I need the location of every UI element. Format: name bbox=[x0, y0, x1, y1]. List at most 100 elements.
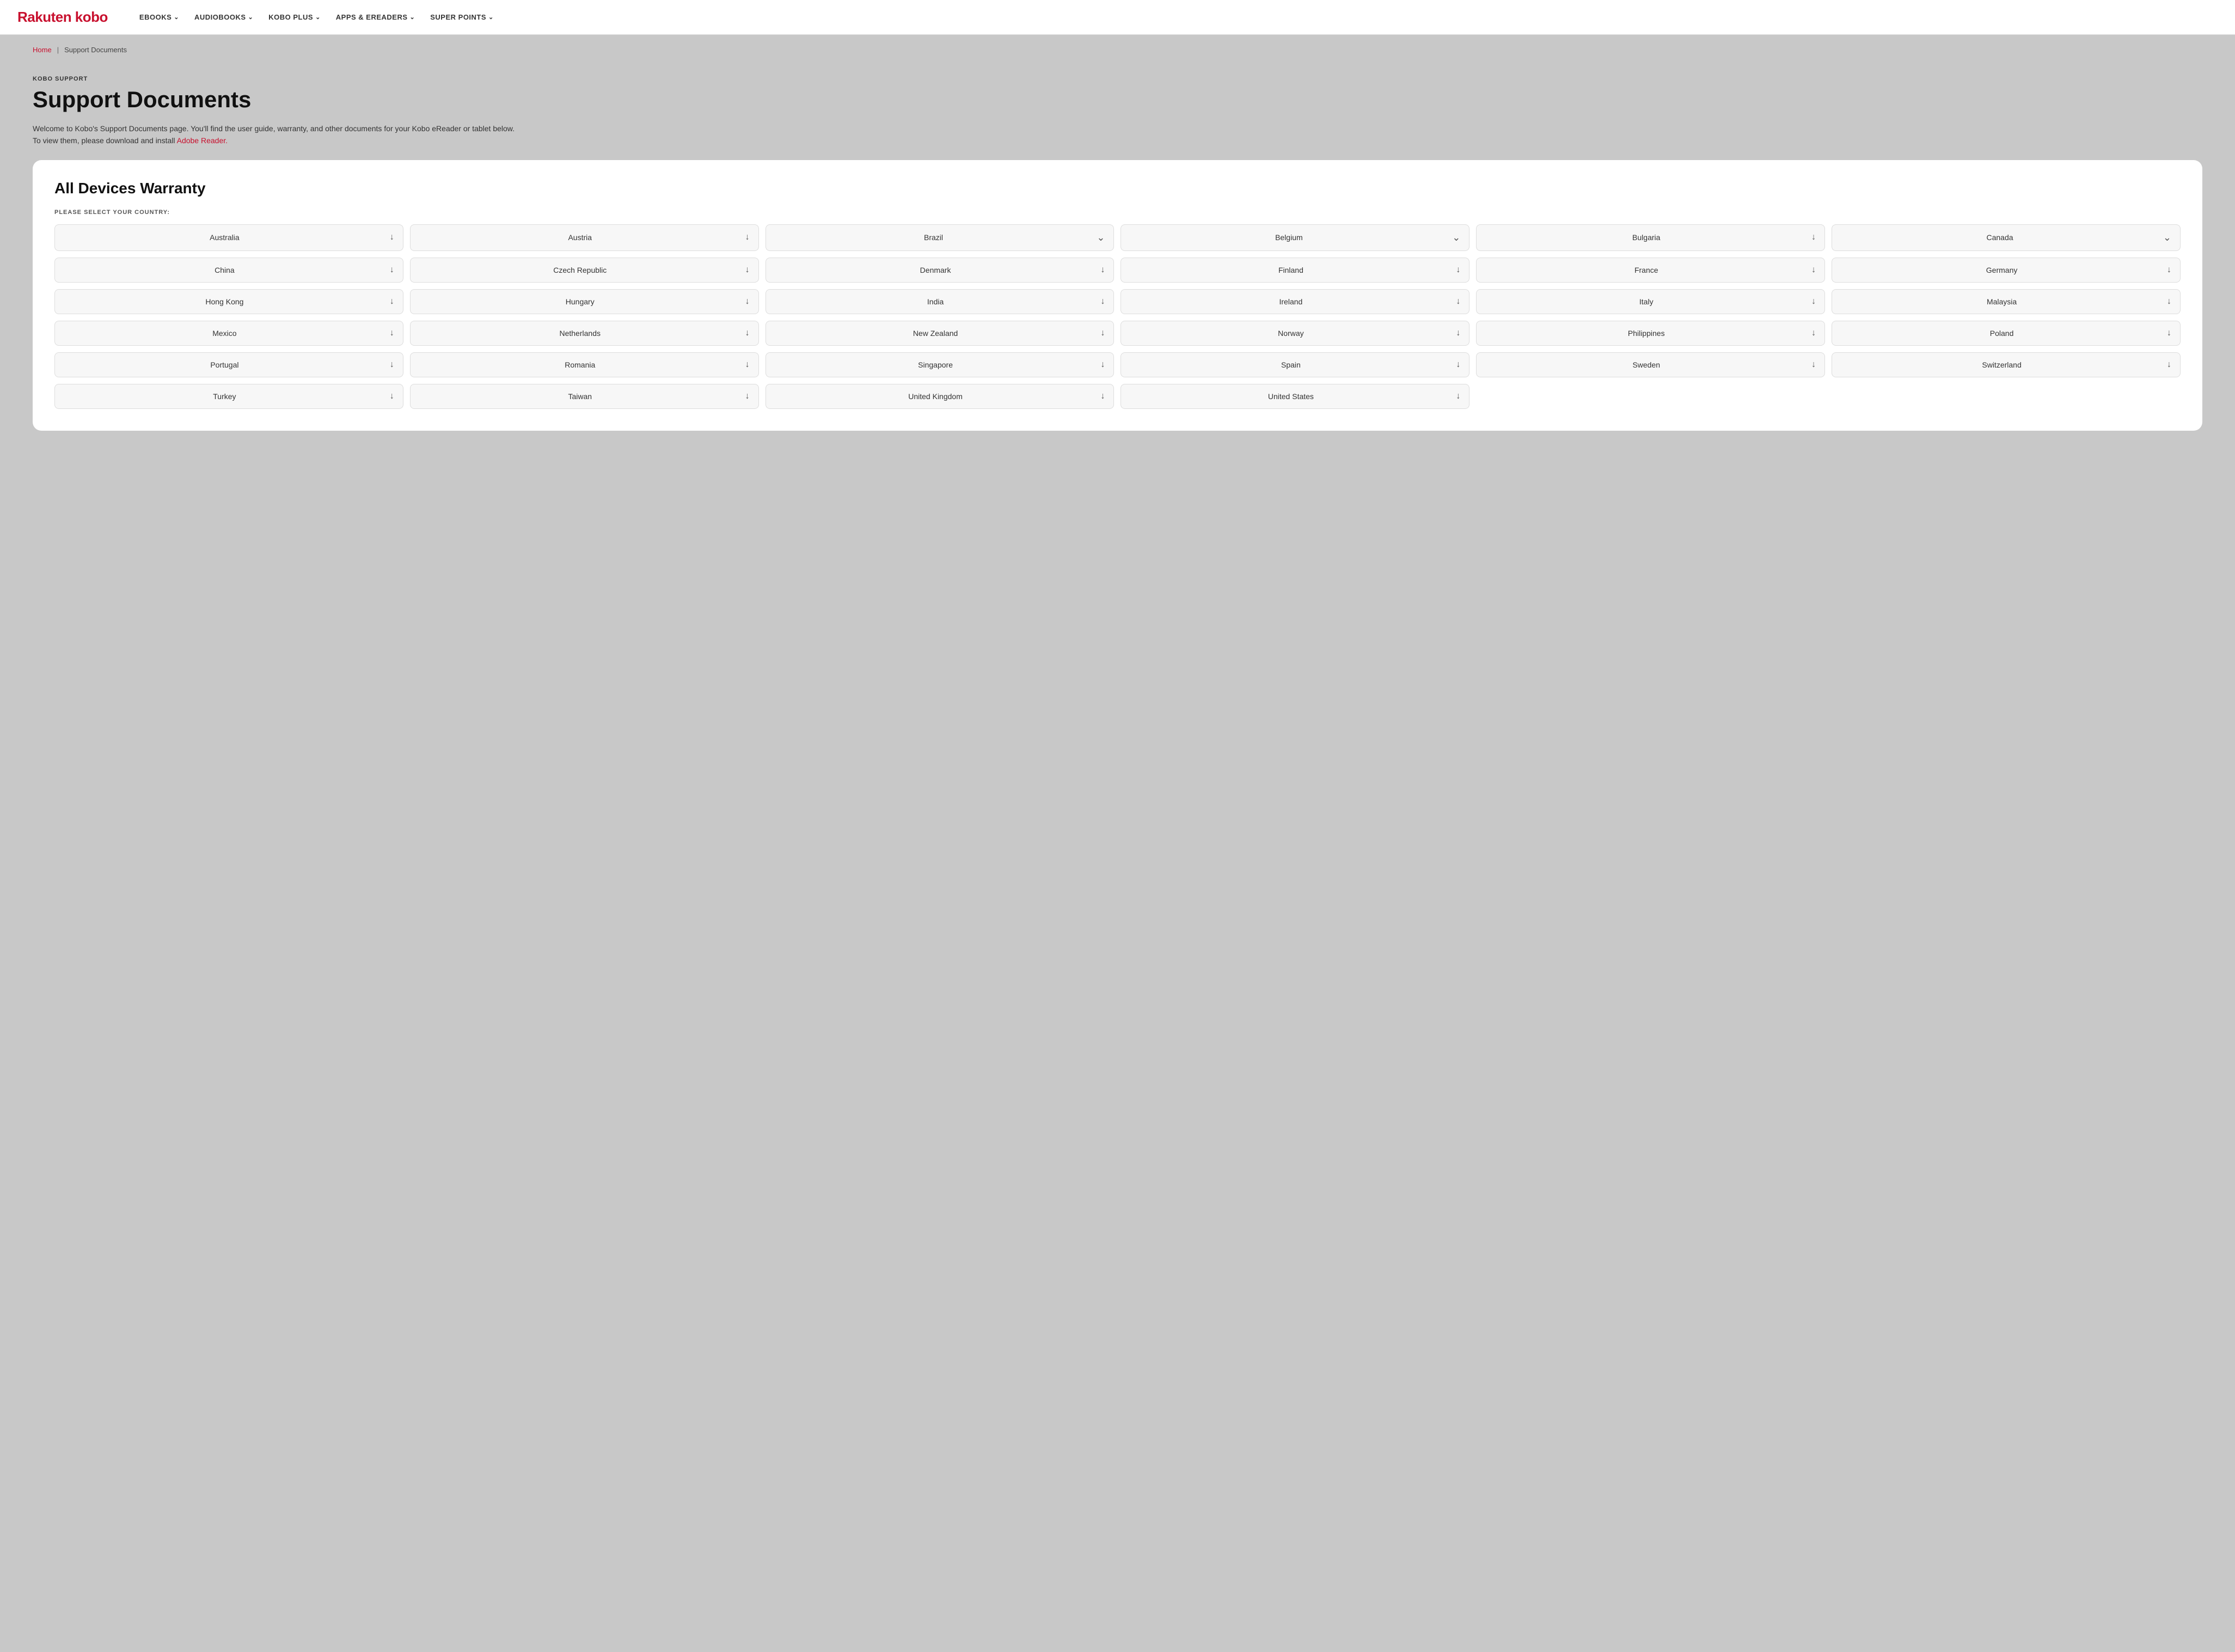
country-button[interactable]: Germany bbox=[1832, 258, 2181, 283]
country-button[interactable]: Spain bbox=[1120, 352, 1469, 377]
download-icon bbox=[745, 391, 750, 401]
country-name: Denmark bbox=[775, 266, 1097, 274]
country-button[interactable]: India bbox=[766, 289, 1115, 314]
country-name: Hungary bbox=[419, 297, 741, 306]
country-button[interactable]: Denmark bbox=[766, 258, 1115, 283]
page-content: KOBO SUPPORT Support Documents Welcome t… bbox=[0, 65, 2235, 452]
logo[interactable]: Rakuten kobo bbox=[17, 9, 108, 26]
country-button[interactable]: Bulgaria bbox=[1476, 224, 1825, 251]
breadcrumb-current: Support Documents bbox=[64, 46, 127, 54]
chevron-down-icon: ⌄ bbox=[410, 14, 415, 21]
navbar: Rakuten kobo eBOOKS ⌄ AUDIOBOOKS ⌄ KOBO … bbox=[0, 0, 2235, 35]
country-name: United States bbox=[1130, 392, 1452, 401]
country-button[interactable]: Netherlands bbox=[410, 321, 759, 346]
card-title: All Devices Warranty bbox=[54, 180, 2181, 197]
country-button[interactable]: United Kingdom bbox=[766, 384, 1115, 409]
expand-icon bbox=[1097, 232, 1105, 243]
country-button[interactable]: Canada bbox=[1832, 224, 2181, 251]
logo-text: Rakuten kobo bbox=[17, 9, 108, 26]
country-button[interactable]: Singapore bbox=[766, 352, 1115, 377]
country-name: Turkey bbox=[64, 392, 385, 401]
country-name: Canada bbox=[1841, 233, 2159, 242]
country-name: Romania bbox=[419, 360, 741, 369]
country-button[interactable]: Portugal bbox=[54, 352, 403, 377]
page-desc-text: Welcome to Kobo's Support Documents page… bbox=[33, 124, 515, 145]
page-description: Welcome to Kobo's Support Documents page… bbox=[33, 123, 555, 147]
download-icon bbox=[1456, 265, 1460, 275]
download-icon bbox=[1100, 297, 1105, 307]
country-button[interactable]: Brazil bbox=[766, 224, 1115, 251]
download-icon bbox=[1456, 391, 1460, 401]
download-icon bbox=[1456, 328, 1460, 338]
chevron-down-icon: ⌄ bbox=[248, 14, 254, 21]
country-name: Belgium bbox=[1130, 233, 1448, 242]
country-button[interactable]: Turkey bbox=[54, 384, 403, 409]
download-icon bbox=[745, 297, 750, 307]
country-grid: Australia Austria Brazil Belgium Bulgaria Can… bbox=[54, 224, 2181, 409]
country-button[interactable]: Australia bbox=[54, 224, 403, 251]
country-button[interactable]: New Zealand bbox=[766, 321, 1115, 346]
download-icon bbox=[390, 391, 394, 401]
country-button[interactable]: China bbox=[54, 258, 403, 283]
country-name: Czech Republic bbox=[419, 266, 741, 274]
download-icon bbox=[745, 265, 750, 275]
nav-item-audiobooks[interactable]: AUDIOBOOKS ⌄ bbox=[189, 9, 259, 26]
country-button[interactable]: Czech Republic bbox=[410, 258, 759, 283]
country-name: Malaysia bbox=[1841, 297, 2163, 306]
country-name: Ireland bbox=[1130, 297, 1452, 306]
download-icon bbox=[1100, 265, 1105, 275]
country-button[interactable]: Hong Kong bbox=[54, 289, 403, 314]
country-button[interactable]: Ireland bbox=[1120, 289, 1469, 314]
country-button[interactable]: Austria bbox=[410, 224, 759, 251]
nav-item-koboplus[interactable]: KOBO PLUS ⌄ bbox=[263, 9, 326, 26]
country-name: China bbox=[64, 266, 385, 274]
country-button[interactable]: Poland bbox=[1832, 321, 2181, 346]
download-icon bbox=[2167, 360, 2171, 370]
country-name: Spain bbox=[1130, 360, 1452, 369]
country-name: Germany bbox=[1841, 266, 2163, 274]
country-button[interactable]: Taiwan bbox=[410, 384, 759, 409]
breadcrumb-home-link[interactable]: Home bbox=[33, 46, 52, 54]
nav-item-ebooks[interactable]: eBOOKS ⌄ bbox=[134, 9, 185, 26]
country-button[interactable]: Sweden bbox=[1476, 352, 1825, 377]
country-button[interactable]: Romania bbox=[410, 352, 759, 377]
chevron-down-icon: ⌄ bbox=[488, 14, 494, 21]
country-button[interactable]: Norway bbox=[1120, 321, 1469, 346]
expand-icon bbox=[1452, 232, 1460, 243]
country-name: France bbox=[1485, 266, 1807, 274]
nav-item-superpoints[interactable]: SUPER POINTS ⌄ bbox=[425, 9, 499, 26]
breadcrumb: Home | Support Documents bbox=[0, 35, 2235, 65]
country-name: Australia bbox=[64, 233, 385, 242]
country-name: Brazil bbox=[775, 233, 1093, 242]
country-button[interactable]: United States bbox=[1120, 384, 1469, 409]
download-icon bbox=[745, 360, 750, 370]
download-icon bbox=[1100, 360, 1105, 370]
country-name: Taiwan bbox=[419, 392, 741, 401]
download-icon bbox=[2167, 328, 2171, 338]
country-name: Poland bbox=[1841, 329, 2163, 338]
country-button[interactable]: Finland bbox=[1120, 258, 1469, 283]
country-button[interactable]: Belgium bbox=[1120, 224, 1469, 251]
download-icon bbox=[1100, 328, 1105, 338]
country-name: Netherlands bbox=[419, 329, 741, 338]
nav-item-apps[interactable]: APPS & eREADERS ⌄ bbox=[330, 9, 420, 26]
warranty-card: All Devices Warranty PLEASE SELECT YOUR … bbox=[33, 160, 2202, 431]
nav-links: eBOOKS ⌄ AUDIOBOOKS ⌄ KOBO PLUS ⌄ APPS &… bbox=[134, 9, 499, 26]
adobe-reader-link[interactable]: Adobe Reader. bbox=[177, 136, 228, 145]
download-icon bbox=[745, 232, 750, 242]
download-icon bbox=[1811, 265, 1816, 275]
country-button[interactable]: France bbox=[1476, 258, 1825, 283]
download-icon bbox=[390, 328, 394, 338]
country-button[interactable]: Italy bbox=[1476, 289, 1825, 314]
country-name: Portugal bbox=[64, 360, 385, 369]
download-icon bbox=[1811, 360, 1816, 370]
download-icon bbox=[1811, 297, 1816, 307]
country-button[interactable]: Hungary bbox=[410, 289, 759, 314]
page-label: KOBO SUPPORT bbox=[33, 76, 2202, 82]
country-button[interactable]: Mexico bbox=[54, 321, 403, 346]
country-button[interactable]: Philippines bbox=[1476, 321, 1825, 346]
country-button[interactable]: Switzerland bbox=[1832, 352, 2181, 377]
download-icon bbox=[1456, 297, 1460, 307]
country-button[interactable]: Malaysia bbox=[1832, 289, 2181, 314]
country-name: Mexico bbox=[64, 329, 385, 338]
